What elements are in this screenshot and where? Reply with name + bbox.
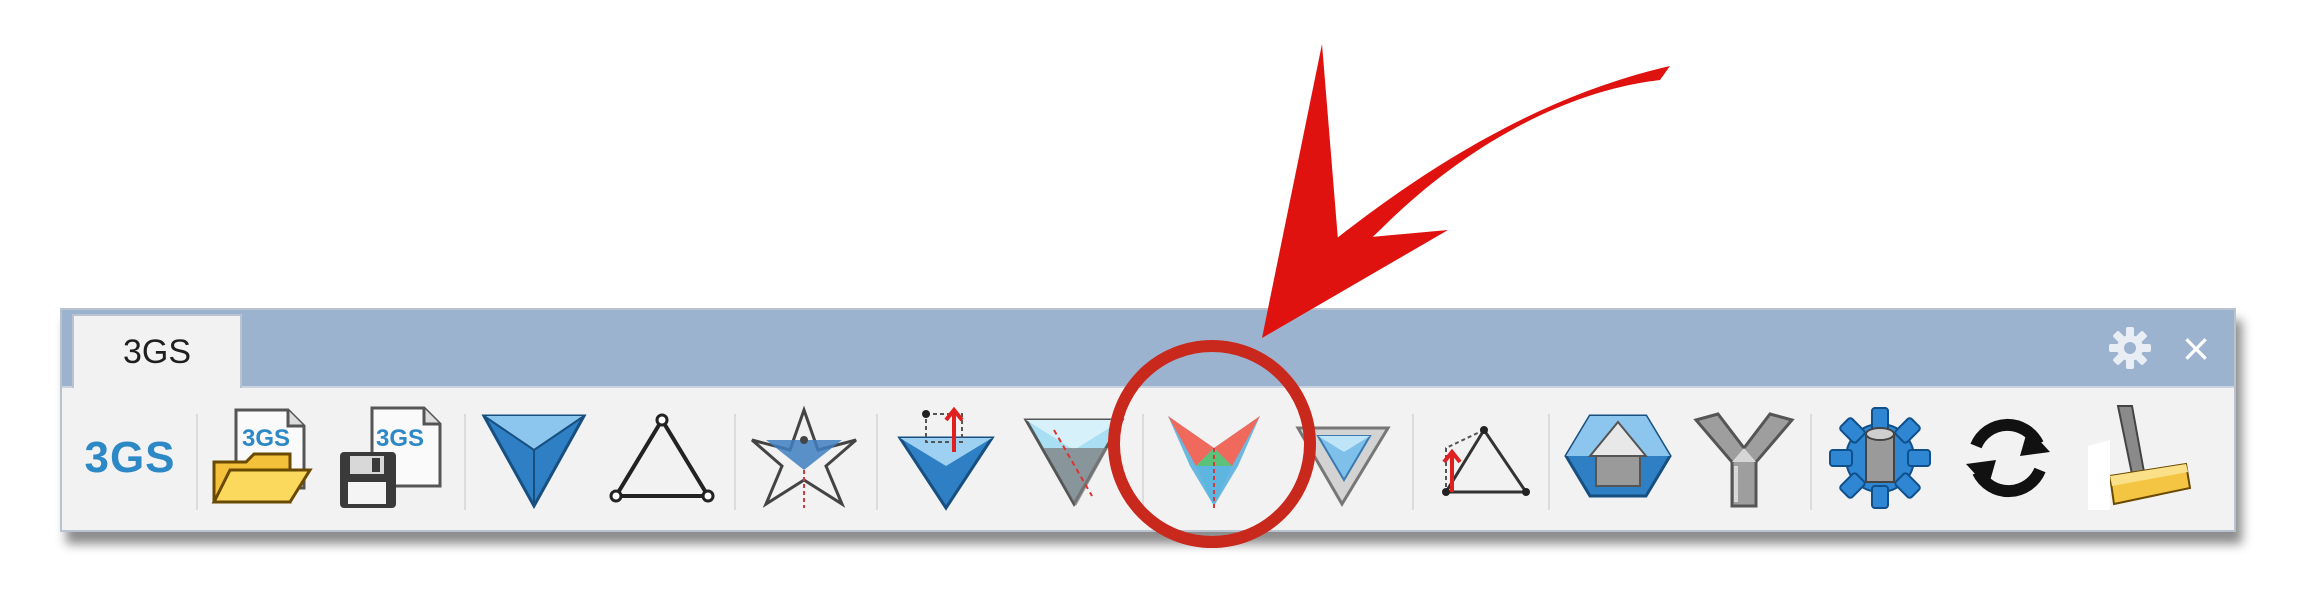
separator (1810, 414, 1812, 510)
star-vertex-icon (751, 405, 857, 508)
annotation-arrow-shaft (1300, 66, 1670, 268)
triangle-outline-icon (609, 413, 715, 503)
screenshot-stage: 3GS × 3GS 3GS 3GS (0, 0, 2304, 592)
broom-button[interactable] (2078, 396, 2202, 520)
triangle-dimension-button[interactable] (1418, 396, 1542, 520)
force-triangle-icon (897, 406, 995, 511)
node-connector-icon (1693, 412, 1795, 508)
separator (464, 414, 466, 510)
nested-triangle-button[interactable] (1280, 396, 1404, 520)
refresh-icon (1966, 418, 2050, 498)
save-file-badge: 3GS (376, 425, 424, 452)
tab-label: 3GS (122, 332, 192, 371)
separator (1548, 414, 1550, 510)
tool-row: 3GS 3GS 3GS (62, 386, 2234, 532)
trifold-triangle-button[interactable] (1152, 396, 1276, 520)
broom-icon (2088, 405, 2192, 510)
separator (734, 414, 736, 510)
separator (1412, 414, 1414, 510)
triangle-dimension-icon (1442, 426, 1530, 496)
3gs-logo-icon: 3GS (84, 433, 176, 482)
form-diagram-button[interactable] (472, 396, 596, 520)
tab-3gs[interactable]: 3GS (72, 314, 242, 388)
refresh-button[interactable] (1946, 396, 2070, 520)
separator (196, 414, 198, 510)
dual-triangle-button[interactable] (1012, 396, 1136, 520)
gear-icon (2109, 327, 2151, 369)
settings-cog-icon (1829, 407, 1931, 509)
open-file-button[interactable]: 3GS (202, 396, 326, 520)
trifold-triangle-icon (1168, 416, 1260, 508)
3gs-logo-button[interactable]: 3GS (68, 396, 192, 520)
open-file-badge: 3GS (242, 425, 290, 452)
inverted-triangle-icon (481, 414, 587, 510)
dual-triangle-icon (1023, 418, 1125, 508)
node-connector-button[interactable] (1682, 396, 1806, 520)
separator (876, 414, 878, 510)
force-triangle-button[interactable] (884, 396, 1008, 520)
annotation-arrow-head (1262, 44, 1448, 338)
close-icon: × (2180, 326, 2212, 370)
hexagon-volume-icon (1564, 414, 1672, 498)
hexagon-volume-button[interactable] (1556, 396, 1680, 520)
settings-button[interactable] (1818, 396, 1942, 520)
nested-triangle-icon (1295, 426, 1391, 507)
save-file-icon: 3GS (340, 406, 442, 508)
vertex-star-button[interactable] (742, 396, 866, 520)
force-diagram-button[interactable] (600, 396, 724, 520)
panel-settings-button[interactable] (2102, 320, 2158, 376)
open-file-icon: 3GS (211, 408, 313, 504)
separator (1142, 414, 1144, 510)
panel-tab-bar: 3GS × (62, 310, 2234, 388)
panel-close-button[interactable]: × (2168, 320, 2224, 376)
save-file-button[interactable]: 3GS (330, 396, 454, 520)
3gs-toolbar-panel: 3GS × 3GS 3GS 3GS (60, 308, 2236, 532)
